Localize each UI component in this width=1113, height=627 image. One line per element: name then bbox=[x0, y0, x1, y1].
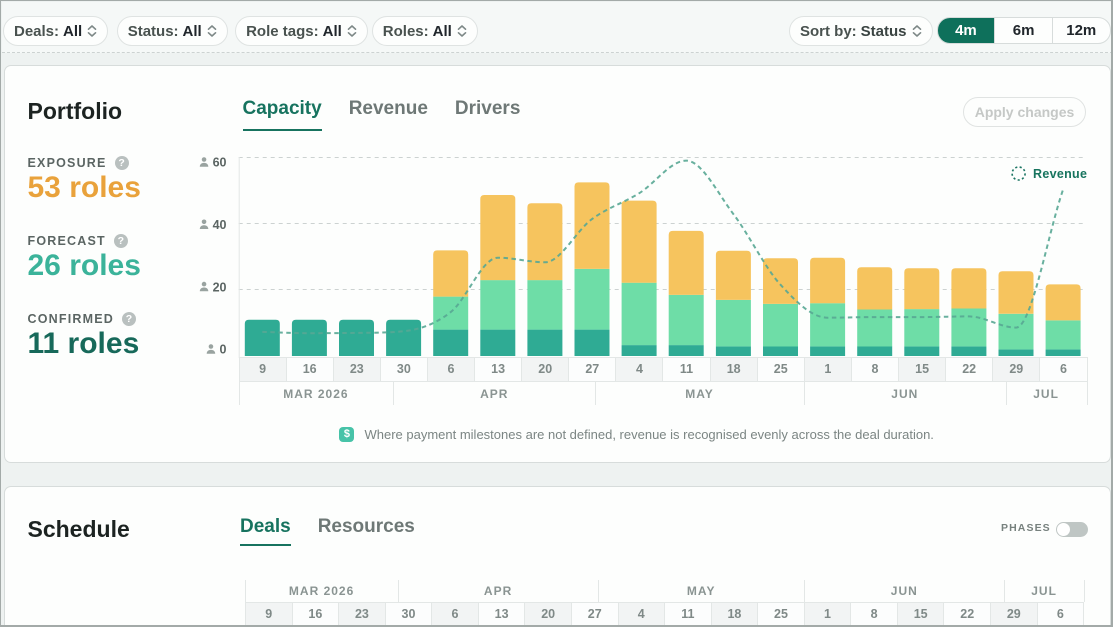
svg-text:Revenue: Revenue bbox=[1033, 167, 1087, 181]
svg-text:60: 60 bbox=[213, 156, 227, 170]
svg-text:0: 0 bbox=[220, 343, 227, 357]
svg-text:40: 40 bbox=[213, 218, 227, 232]
svg-text:20: 20 bbox=[213, 280, 227, 294]
